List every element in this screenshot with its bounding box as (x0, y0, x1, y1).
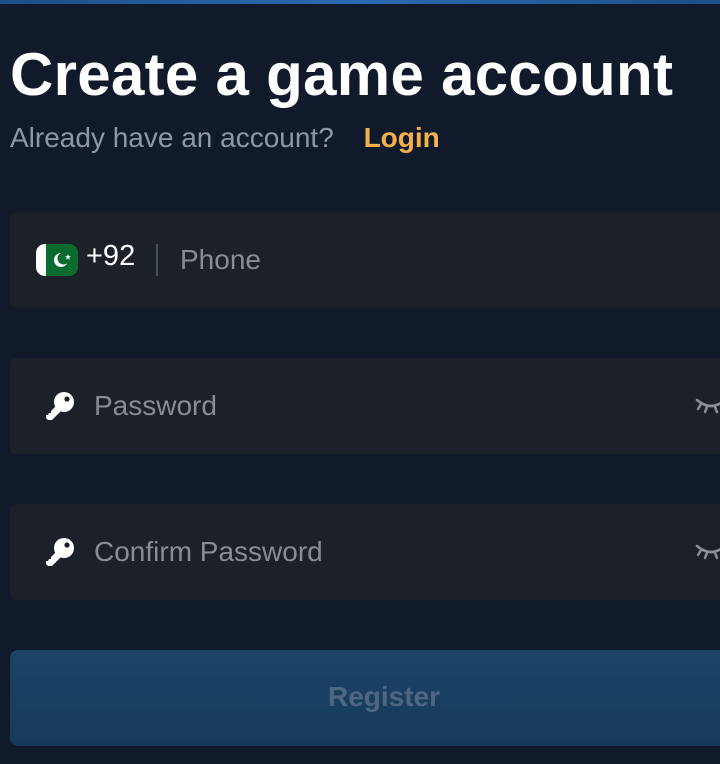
login-prompt-text: Already have an account? (10, 122, 334, 153)
confirm-password-field[interactable] (10, 504, 720, 600)
eye-closed-icon[interactable] (694, 538, 720, 562)
login-link[interactable]: Login (364, 122, 440, 153)
register-button[interactable]: Register (10, 650, 720, 746)
key-icon (46, 392, 74, 420)
register-page: Create a game account Already have an ac… (0, 0, 720, 764)
country-code[interactable]: +92 (86, 240, 135, 273)
password-field[interactable] (10, 358, 720, 454)
login-prompt: Already have an account? Login (10, 122, 440, 154)
eye-closed-icon[interactable] (694, 392, 720, 416)
phone-input[interactable] (180, 234, 700, 286)
key-icon (46, 538, 74, 566)
register-button-label: Register (328, 681, 441, 712)
page-title: Create a game account (10, 41, 674, 108)
top-accent-line (0, 0, 720, 4)
pakistan-flag-icon[interactable] (36, 244, 78, 276)
phone-divider (156, 244, 158, 276)
phone-field[interactable]: +92 (10, 212, 720, 308)
confirm-password-input[interactable] (94, 526, 674, 578)
password-input[interactable] (94, 380, 674, 432)
